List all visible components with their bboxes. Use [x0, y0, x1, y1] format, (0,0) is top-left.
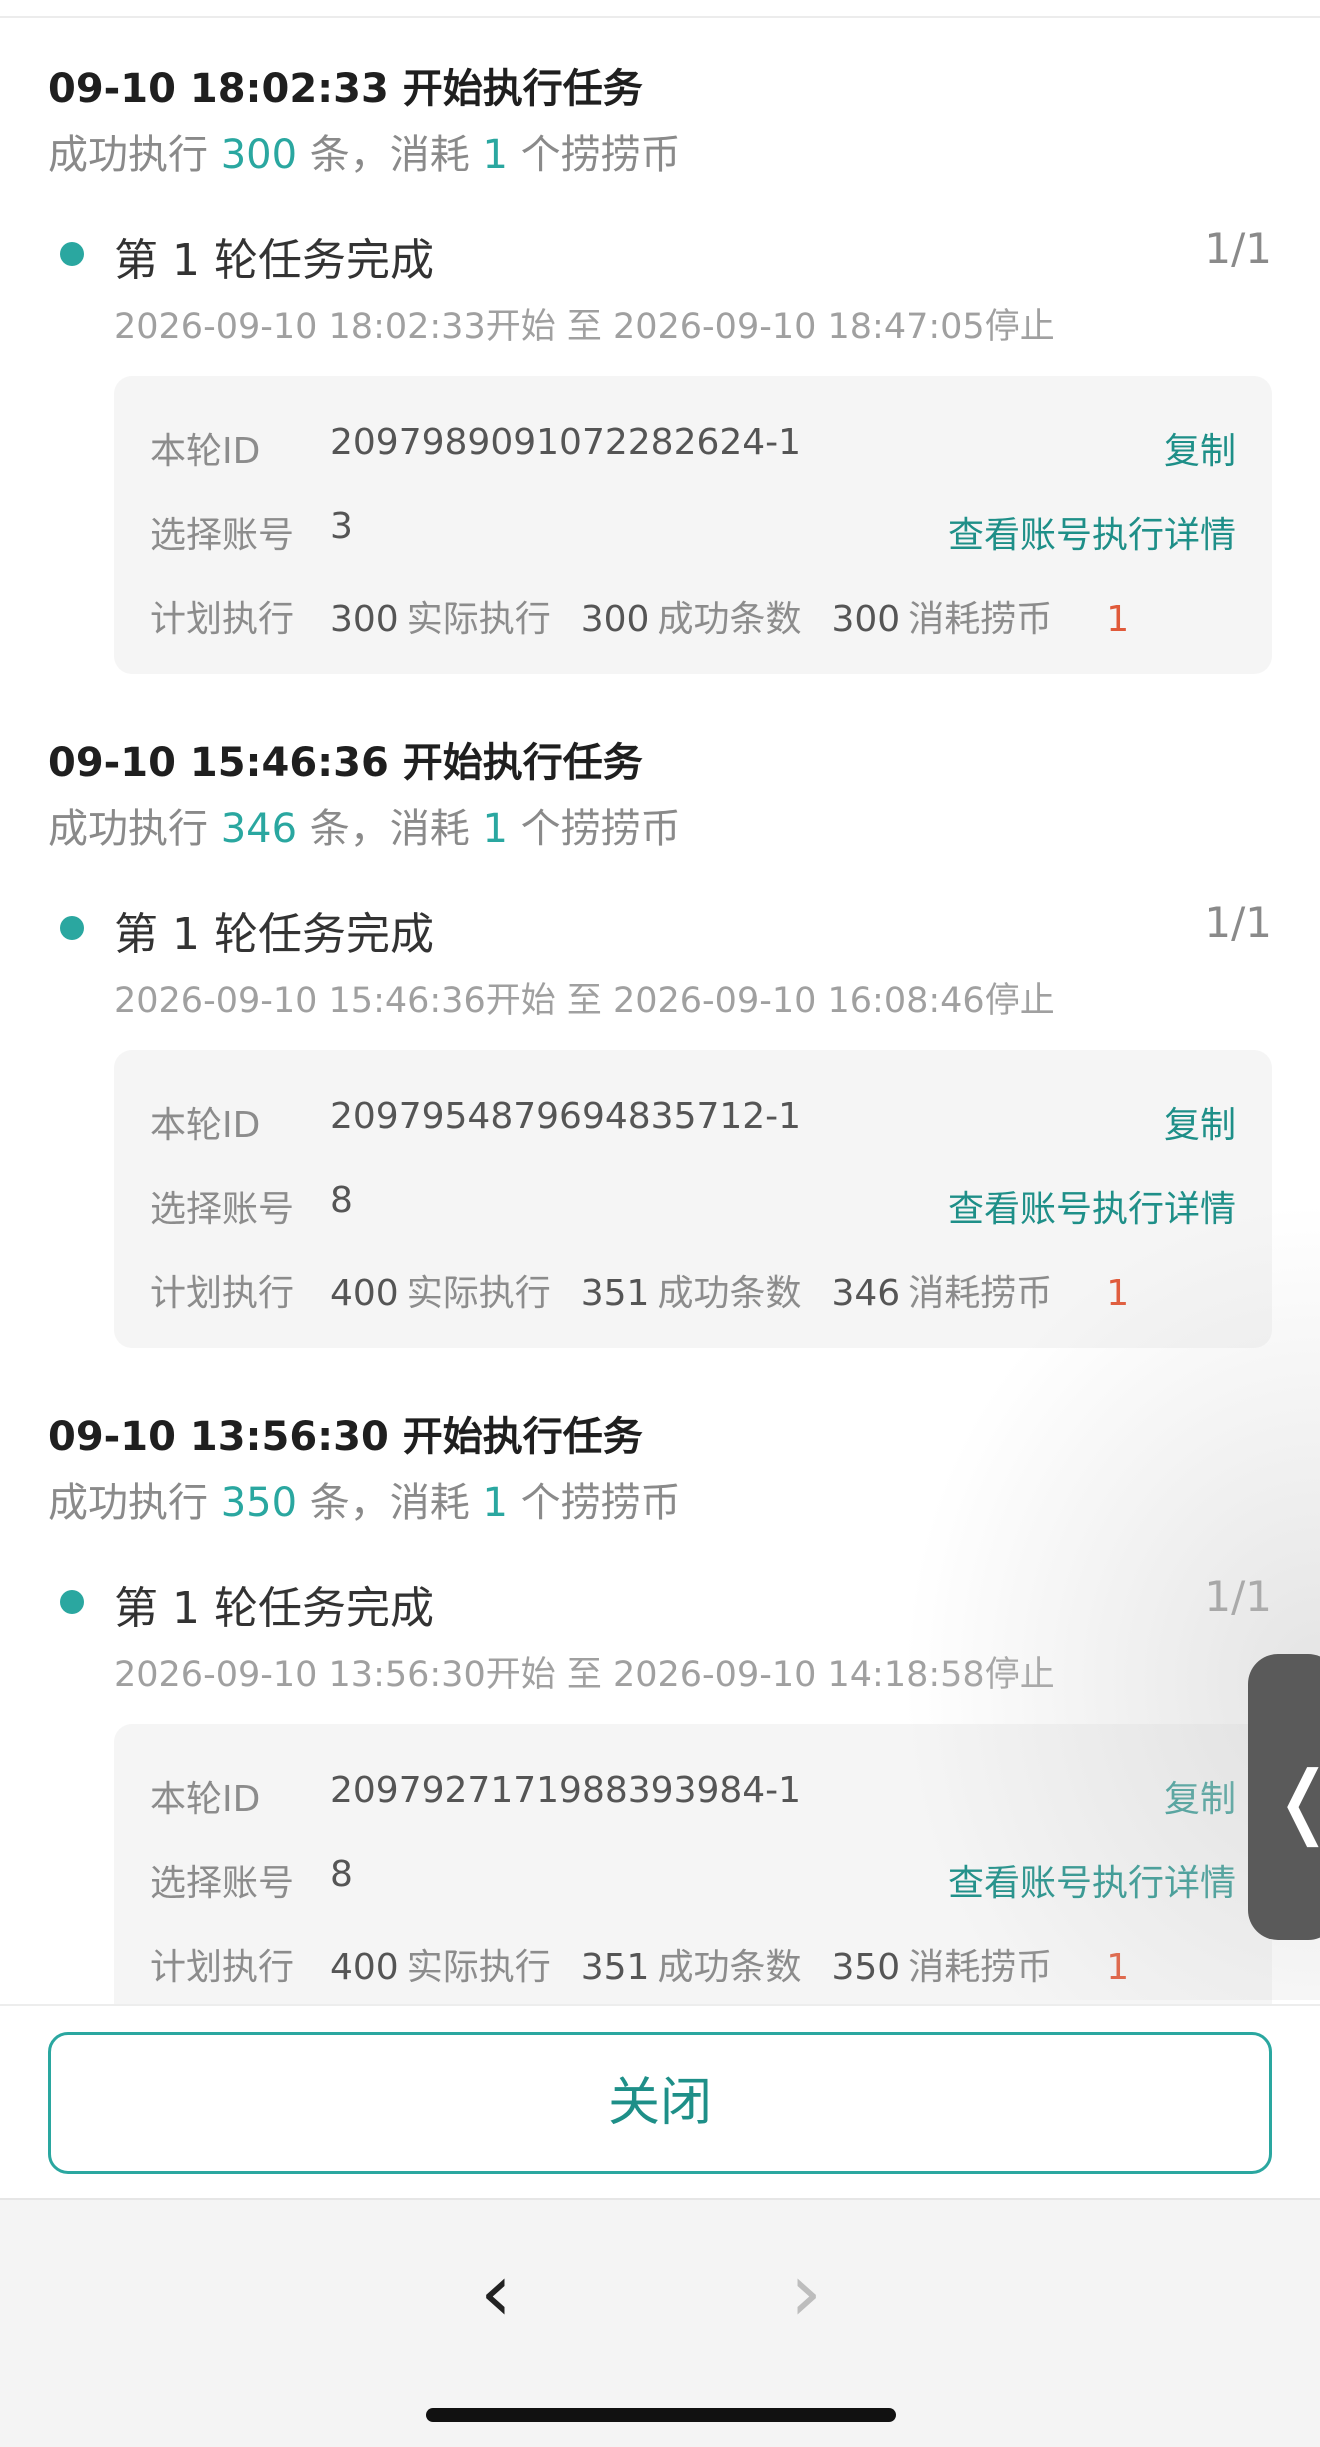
execution-stats: 300 实际执行 300 成功条数 300 消耗捞币 1 [330, 590, 1129, 642]
coin-count: 1 [482, 1480, 508, 1526]
round-count: 1/1 [1204, 898, 1272, 947]
round-detail-card: 本轮ID 2097954879694835712-1 复制 选择账号 8 查看账… [114, 1050, 1272, 1348]
cost-label: 消耗捞币 [908, 599, 1053, 640]
close-button[interactable]: 关闭 [48, 2032, 1272, 2174]
round-id-row: 本轮ID 2097927171988393984-1 复制 [150, 1762, 1236, 1822]
plan-value: 400 [330, 1947, 399, 1988]
account-value: 8 [330, 1854, 353, 1895]
actual-value: 351 [580, 1947, 650, 1988]
task-title: 09-10 15:46:36 开始执行任务 [48, 740, 643, 786]
chevron-left-icon: ❬ [1270, 1754, 1320, 1847]
execution-stats-row: 计划执行 300 实际执行 300 成功条数 300 消耗捞币 1 [150, 582, 1236, 642]
success-count: 350 [220, 1480, 298, 1526]
actual-label: 实际执行 [406, 599, 551, 640]
success-value: 300 [831, 599, 901, 640]
round-time-range: 2026-09-10 18:02:33开始 至 2026-09-10 18:47… [114, 307, 1055, 347]
forward-arrow-icon[interactable]: › [790, 2246, 822, 2339]
bottom-action-bar: 关闭 [0, 2004, 1320, 2198]
account-value: 8 [330, 1180, 353, 1221]
coin-count: 1 [482, 806, 508, 852]
round-title: 第 1 轮任务完成 [114, 909, 434, 960]
round-count: 1/1 [1204, 1572, 1272, 1621]
execution-stats: 400 实际执行 351 成功条数 346 消耗捞币 1 [330, 1264, 1129, 1316]
round-time-range: 2026-09-10 15:46:36开始 至 2026-09-10 16:08… [114, 981, 1055, 1021]
round-id-row: 本轮ID 2097989091072282624-1 复制 [150, 414, 1236, 474]
success-label: 成功条数 [657, 1947, 802, 1988]
account-label: 选择账号 [150, 515, 295, 556]
cost-value: 1 [1106, 599, 1130, 640]
round-id-label: 本轮ID [150, 1779, 261, 1820]
round-title: 第 1 轮任务完成 [114, 235, 434, 286]
plan-value: 400 [330, 1273, 399, 1314]
task-summary: 成功执行 346 条，消耗 1 个捞捞币 [48, 806, 681, 852]
copy-button[interactable]: 复制 [1164, 422, 1236, 474]
account-value: 3 [330, 506, 353, 547]
round-id-value: 2097927171988393984-1 [330, 1770, 802, 1811]
task-history-list[interactable]: 09-10 18:02:33 开始执行任务 成功执行 300 条，消耗 1 个捞… [0, 18, 1320, 2004]
round-title: 第 1 轮任务完成 [114, 1583, 434, 1634]
account-row: 选择账号 8 查看账号执行详情 [150, 1172, 1236, 1232]
round-count: 1/1 [1204, 224, 1272, 273]
cost-value: 1 [1106, 1947, 1130, 1988]
cost-label: 消耗捞币 [908, 1273, 1053, 1314]
top-divider [0, 0, 1320, 18]
actual-label: 实际执行 [406, 1947, 551, 1988]
coin-count: 1 [482, 132, 508, 178]
task-entry: 09-10 13:56:30 开始执行任务 成功执行 350 条，消耗 1 个捞… [0, 1366, 1320, 2004]
task-entry: 09-10 15:46:36 开始执行任务 成功执行 346 条，消耗 1 个捞… [0, 692, 1320, 1366]
view-account-details-link[interactable]: 查看账号执行详情 [948, 1180, 1236, 1232]
task-title: 09-10 18:02:33 开始执行任务 [48, 66, 643, 112]
cost-label: 消耗捞币 [908, 1947, 1053, 1988]
home-indicator[interactable] [426, 2408, 896, 2422]
task-summary: 成功执行 350 条，消耗 1 个捞捞币 [48, 1480, 681, 1526]
round-id-label: 本轮ID [150, 1105, 261, 1146]
round-detail-card: 本轮ID 2097927171988393984-1 复制 选择账号 8 查看账… [114, 1724, 1272, 2004]
browser-toolbar: ‹ › [0, 2198, 1320, 2447]
status-dot-icon [60, 916, 84, 940]
success-value: 350 [831, 1947, 901, 1988]
round-id-row: 本轮ID 2097954879694835712-1 复制 [150, 1088, 1236, 1148]
round-id-label: 本轮ID [150, 431, 261, 472]
success-count: 346 [220, 806, 298, 852]
task-title: 09-10 13:56:30 开始执行任务 [48, 1414, 643, 1460]
success-label: 成功条数 [657, 1273, 802, 1314]
execution-stats-row: 计划执行 400 实际执行 351 成功条数 346 消耗捞币 1 [150, 1256, 1236, 1316]
execution-stats: 400 实际执行 351 成功条数 350 消耗捞币 1 [330, 1938, 1129, 1990]
execution-stats-row: 计划执行 400 实际执行 351 成功条数 350 消耗捞币 1 [150, 1930, 1236, 1990]
account-label: 选择账号 [150, 1189, 295, 1230]
round-id-value: 2097989091072282624-1 [330, 422, 802, 463]
task-entry: 09-10 18:02:33 开始执行任务 成功执行 300 条，消耗 1 个捞… [0, 18, 1320, 692]
actual-value: 300 [580, 599, 650, 640]
side-panel-toggle[interactable]: ❬ [1248, 1654, 1320, 1940]
round-time-range: 2026-09-10 13:56:30开始 至 2026-09-10 14:18… [114, 1655, 1055, 1695]
status-dot-icon [60, 242, 84, 266]
view-account-details-link[interactable]: 查看账号执行详情 [948, 506, 1236, 558]
task-summary: 成功执行 300 条，消耗 1 个捞捞币 [48, 132, 681, 178]
actual-value: 351 [580, 1273, 650, 1314]
back-arrow-icon[interactable]: ‹ [480, 2246, 512, 2339]
round-detail-card: 本轮ID 2097989091072282624-1 复制 选择账号 3 查看账… [114, 376, 1272, 674]
success-value: 346 [831, 1273, 901, 1314]
copy-button[interactable]: 复制 [1164, 1096, 1236, 1148]
view-account-details-link[interactable]: 查看账号执行详情 [948, 1854, 1236, 1906]
status-dot-icon [60, 1590, 84, 1614]
account-row: 选择账号 8 查看账号执行详情 [150, 1846, 1236, 1906]
plan-label: 计划执行 [150, 1947, 295, 1988]
cost-value: 1 [1106, 1273, 1130, 1314]
plan-label: 计划执行 [150, 1273, 295, 1314]
round-id-value: 2097954879694835712-1 [330, 1096, 802, 1137]
account-label: 选择账号 [150, 1863, 295, 1904]
success-label: 成功条数 [657, 599, 802, 640]
account-row: 选择账号 3 查看账号执行详情 [150, 498, 1236, 558]
success-count: 300 [220, 132, 298, 178]
plan-label: 计划执行 [150, 599, 295, 640]
copy-button[interactable]: 复制 [1164, 1770, 1236, 1822]
plan-value: 300 [330, 599, 399, 640]
actual-label: 实际执行 [406, 1273, 551, 1314]
